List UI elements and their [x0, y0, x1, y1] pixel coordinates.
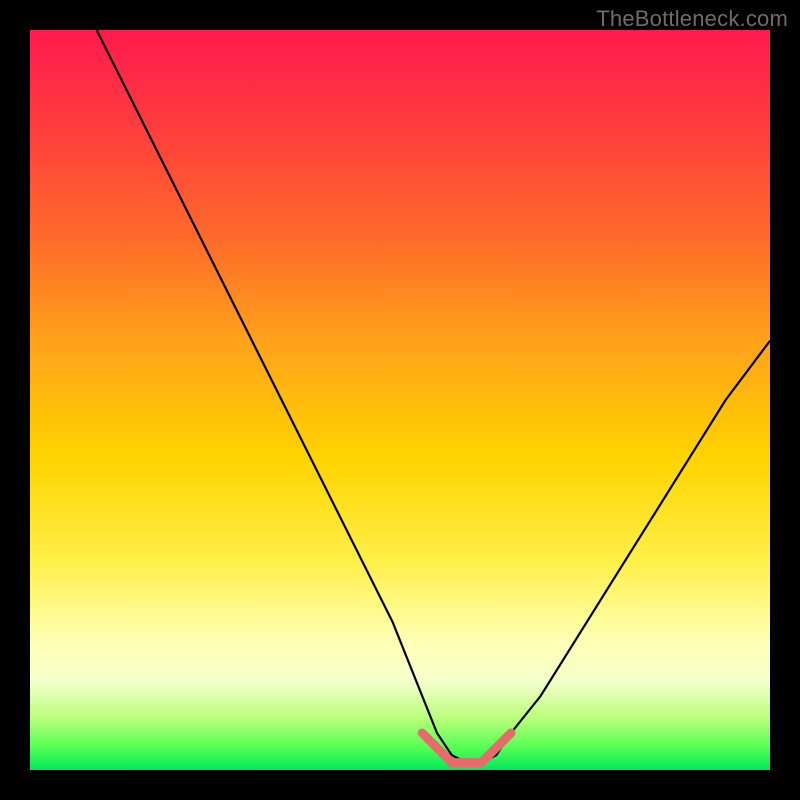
- bottleneck-curve: [97, 30, 770, 763]
- plot-area: [30, 30, 770, 770]
- chart-svg: [30, 30, 770, 770]
- chart-frame: TheBottleneck.com: [0, 0, 800, 800]
- optimal-range-marker: [422, 733, 511, 763]
- watermark-text: TheBottleneck.com: [596, 6, 788, 32]
